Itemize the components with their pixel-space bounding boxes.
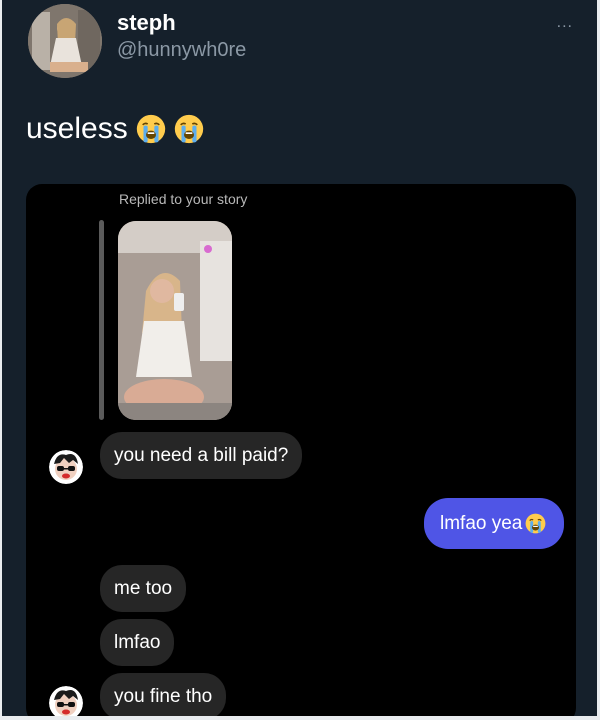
incoming-message[interactable]: me too [100,565,187,612]
outgoing-message[interactable]: lmfao yea [424,498,565,549]
tweet-header: steph @hunnywh0re ... [2,0,597,90]
story-reply-note: Replied to your story [119,191,248,207]
outgoing-message-text: lmfao yea [440,513,523,534]
dm-screenshot-image[interactable]: Replied to your story you need a bill pa… [26,184,576,716]
loudly-crying-face-emoji [174,114,203,144]
sender-avatar[interactable] [49,686,83,716]
display-name[interactable]: steph [117,10,176,36]
user-handle[interactable]: @hunnywh0re [117,39,246,62]
incoming-message[interactable]: lmfao [100,619,175,666]
story-thumbnail[interactable] [118,221,232,420]
tweet-screenshot: steph @hunnywh0re ... useless Replied to… [2,0,597,716]
sender-avatar[interactable] [49,450,83,484]
loudly-crying-face-emoji [525,513,546,534]
tweet-text: useless [26,112,204,146]
loudly-crying-face-emoji [136,114,165,144]
tweet-text-content: useless [26,112,128,145]
profile-avatar[interactable] [28,4,102,78]
story-reply-indicator [99,220,104,420]
incoming-message[interactable]: you need a bill paid? [100,432,303,479]
more-options-icon[interactable]: ... [557,14,573,32]
incoming-message[interactable]: you fine tho [100,673,227,716]
